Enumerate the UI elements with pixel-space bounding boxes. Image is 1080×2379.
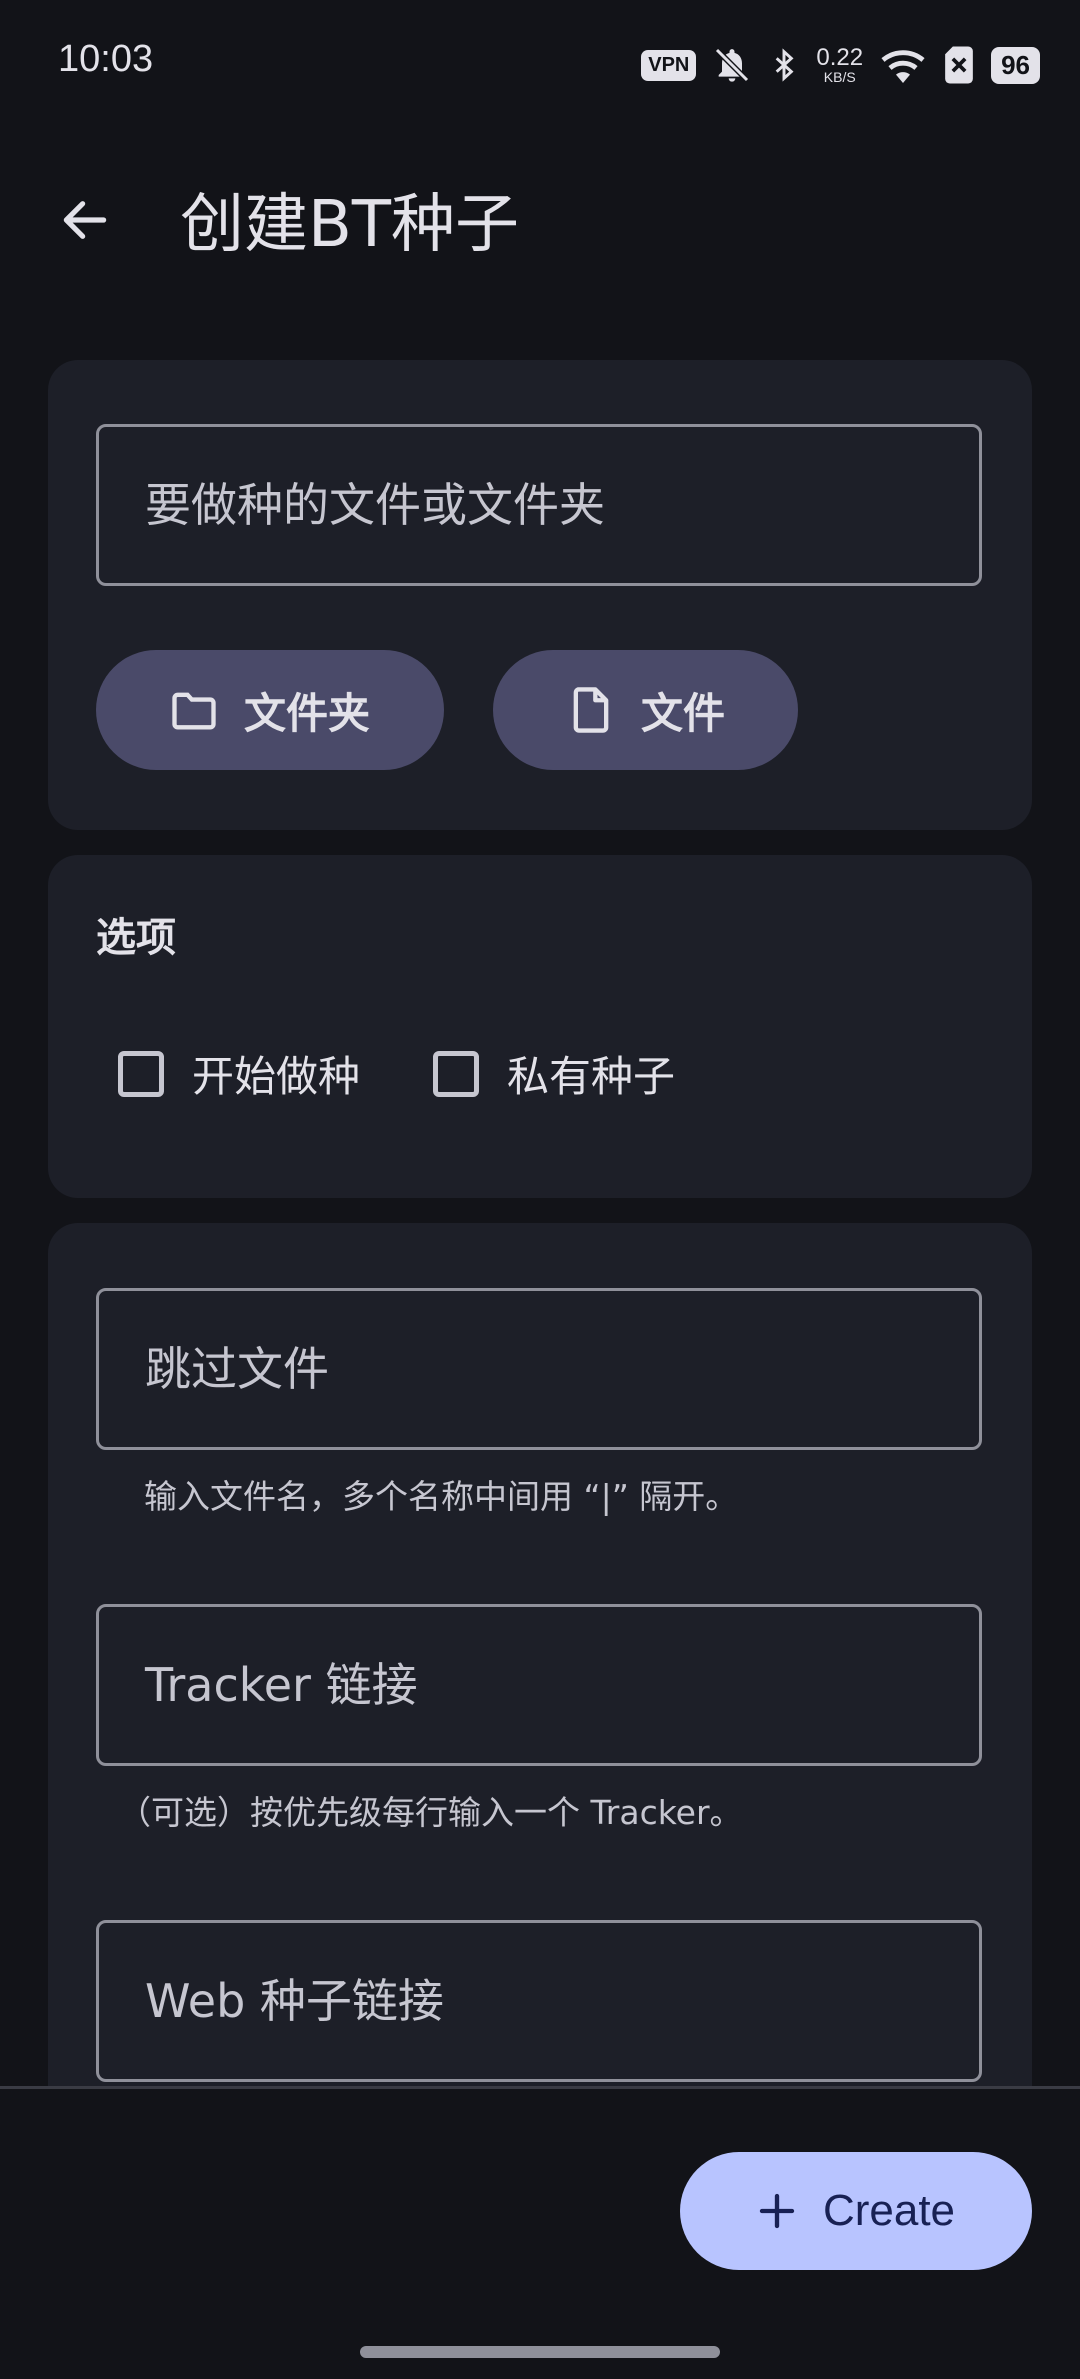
start-seeding-option[interactable]: 开始做种 — [118, 1043, 360, 1104]
web-seed-input[interactable]: Web 种子链接 — [96, 1920, 982, 2082]
network-speed: 0.22 KB/S — [816, 44, 864, 85]
bell-muted-icon — [715, 47, 750, 83]
choose-file-button[interactable]: 文件 — [493, 650, 798, 770]
web-seed-placeholder: Web 种子链接 — [145, 1974, 444, 2028]
create-button[interactable]: Create — [680, 2152, 1032, 2270]
path-input-placeholder: 要做种的文件或文件夹 — [145, 478, 605, 532]
private-torrent-label: 私有种子 — [507, 1052, 676, 1101]
network-speed-value: 0.22 — [816, 44, 864, 71]
plus-icon — [759, 2193, 795, 2229]
tracker-input[interactable]: Tracker 链接 — [96, 1604, 982, 1766]
top-app-bar: 创建BT种子 — [0, 130, 1080, 310]
arrow-back-icon — [63, 201, 107, 239]
advanced-card: 跳过文件 输入文件名，多个名称中间用 “|” 隔开。 Tracker 链接 （可… — [48, 1223, 1032, 2123]
tracker-placeholder: Tracker 链接 — [145, 1658, 418, 1712]
choose-folder-button[interactable]: 文件夹 — [96, 650, 444, 770]
page-title: 创建BT种子 — [180, 188, 519, 262]
path-input[interactable]: 要做种的文件或文件夹 — [96, 424, 982, 586]
bottom-bar: Create — [0, 2086, 1080, 2379]
bluetooth-icon — [776, 48, 794, 82]
skip-files-helper: 输入文件名，多个名称中间用 “|” 隔开。 — [144, 1477, 739, 1516]
private-torrent-checkbox[interactable] — [433, 1050, 479, 1097]
choose-file-label: 文件 — [641, 688, 726, 738]
file-icon — [573, 687, 609, 733]
sim-off-icon — [945, 46, 973, 84]
wifi-icon — [881, 50, 925, 83]
status-time: 10:03 — [58, 38, 154, 80]
choose-folder-label: 文件夹 — [244, 688, 371, 738]
skip-files-input[interactable]: 跳过文件 — [96, 1288, 982, 1450]
skip-files-placeholder: 跳过文件 — [145, 1342, 329, 1396]
create-button-label: Create — [822, 2186, 956, 2235]
network-speed-unit: KB/S — [823, 69, 856, 85]
status-icons: VPN 0.22 KB/S 96 — [641, 40, 1040, 90]
vpn-icon: VPN — [641, 49, 697, 81]
tracker-helper: （可选）按优先级每行输入一个 Tracker。 — [118, 1793, 743, 1832]
status-bar: 10:03 VPN 0.22 KB/S 96 — [0, 0, 1080, 130]
options-title: 选项 — [96, 915, 176, 961]
source-card: 要做种的文件或文件夹 文件夹 文件 — [48, 360, 1032, 830]
home-indicator[interactable] — [360, 2346, 720, 2358]
folder-icon — [172, 692, 216, 730]
back-button[interactable] — [50, 185, 120, 255]
start-seeding-label: 开始做种 — [192, 1052, 361, 1101]
start-seeding-checkbox[interactable] — [118, 1050, 164, 1097]
options-card: 选项 开始做种 私有种子 — [48, 855, 1032, 1198]
private-torrent-option[interactable]: 私有种子 — [433, 1043, 675, 1104]
battery-icon: 96 — [991, 46, 1040, 84]
